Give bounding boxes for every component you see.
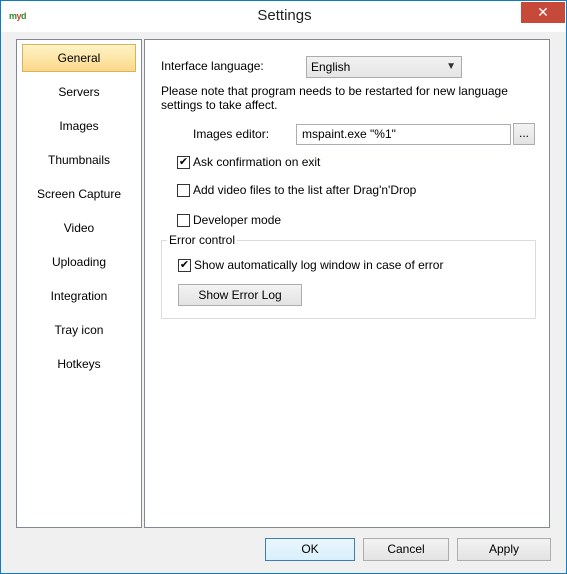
ask-confirmation-label: Ask confirmation on exit bbox=[193, 155, 321, 169]
images-editor-input[interactable]: mspaint.exe "%1" bbox=[296, 124, 511, 145]
browse-editor-button[interactable]: ... bbox=[513, 123, 535, 145]
sidebar-item-video[interactable]: Video bbox=[22, 214, 136, 242]
error-control-group: Error control ✔ Show automatically log w… bbox=[161, 233, 536, 319]
settings-sidebar: General Servers Images Thumbnails Screen… bbox=[16, 39, 142, 528]
error-control-title: Error control bbox=[167, 233, 238, 247]
images-editor-label: Images editor: bbox=[193, 127, 270, 141]
sidebar-item-general[interactable]: General bbox=[22, 44, 136, 72]
developer-mode-label: Developer mode bbox=[193, 213, 282, 227]
interface-language-label: Interface language: bbox=[161, 59, 264, 73]
restart-note: Please note that program needs to be res… bbox=[161, 84, 508, 112]
sidebar-item-screen-capture[interactable]: Screen Capture bbox=[22, 180, 136, 208]
apply-button[interactable]: Apply bbox=[457, 538, 551, 561]
show-log-checkbox[interactable]: ✔ bbox=[178, 259, 191, 272]
close-button[interactable]: ✕ bbox=[521, 2, 565, 23]
add-video-checkbox[interactable] bbox=[177, 184, 190, 197]
sidebar-item-thumbnails[interactable]: Thumbnails bbox=[22, 146, 136, 174]
sidebar-item-uploading[interactable]: Uploading bbox=[22, 248, 136, 276]
sidebar-item-images[interactable]: Images bbox=[22, 112, 136, 140]
cancel-button[interactable]: Cancel bbox=[363, 538, 449, 561]
sidebar-item-tray-icon[interactable]: Tray icon bbox=[22, 316, 136, 344]
show-error-log-button[interactable]: Show Error Log bbox=[178, 284, 302, 306]
ok-button[interactable]: OK bbox=[265, 538, 355, 561]
show-log-label: Show automatically log window in case of… bbox=[194, 258, 444, 272]
ask-confirmation-checkbox[interactable]: ✔ bbox=[177, 156, 190, 169]
general-settings-panel: Interface language: English ▼ Please not… bbox=[144, 39, 550, 528]
interface-language-select[interactable]: English ▼ bbox=[306, 56, 462, 78]
sidebar-item-servers[interactable]: Servers bbox=[22, 78, 136, 106]
window-title: Settings bbox=[257, 7, 312, 24]
settings-window: myd Settings ✕ General Servers Images Th… bbox=[0, 0, 567, 574]
close-icon: ✕ bbox=[537, 4, 549, 20]
chevron-down-icon: ▼ bbox=[446, 61, 456, 72]
add-video-label: Add video files to the list after Drag'n… bbox=[193, 183, 417, 197]
interface-language-value: English bbox=[311, 60, 351, 74]
sidebar-item-integration[interactable]: Integration bbox=[22, 282, 136, 310]
title-bar[interactable]: myd Settings ✕ bbox=[1, 1, 566, 32]
developer-mode-checkbox[interactable] bbox=[177, 214, 190, 227]
sidebar-item-hotkeys[interactable]: Hotkeys bbox=[22, 350, 136, 378]
